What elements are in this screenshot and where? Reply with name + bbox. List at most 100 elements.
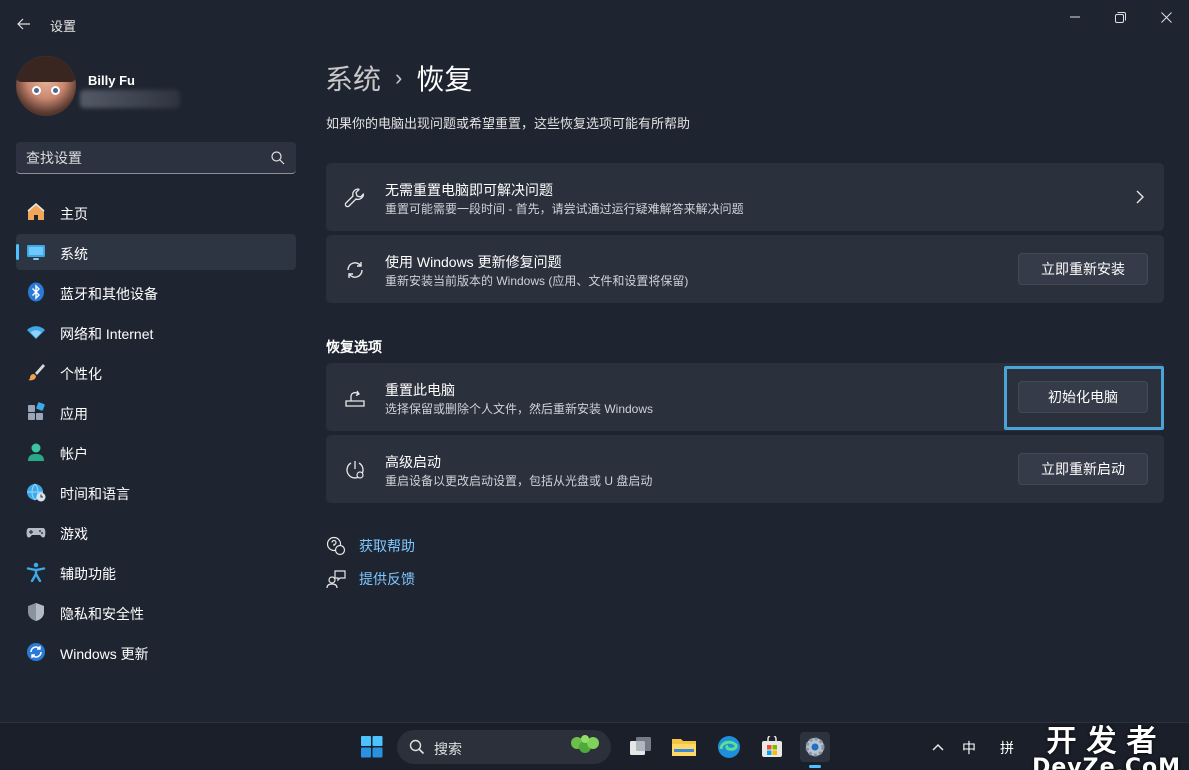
give-feedback-link[interactable]: 提供反馈: [326, 568, 415, 590]
restore-button[interactable]: [1105, 6, 1135, 28]
sidebar-item-accessibility[interactable]: 辅助功能: [16, 554, 296, 590]
store-button[interactable]: [757, 732, 787, 762]
sidebar-item-apps[interactable]: 应用: [16, 394, 296, 430]
search-input[interactable]: [26, 148, 256, 168]
watermark-en: DevZe.CoM: [1032, 755, 1181, 770]
give-feedback-label[interactable]: 提供反馈: [359, 569, 415, 589]
avatar[interactable]: [16, 56, 76, 116]
taskbar-search-label: 搜索: [434, 741, 462, 757]
sidebar-item-label: 系统: [60, 246, 88, 262]
brush-icon: [28, 364, 45, 381]
wrench-icon: [344, 188, 365, 208]
file-explorer-button[interactable]: [669, 732, 699, 762]
restart-now-button[interactable]: 立即重新启动: [1018, 453, 1148, 485]
task-view-button[interactable]: [626, 732, 656, 762]
sidebar-item-windows-update[interactable]: Windows 更新: [16, 634, 296, 670]
active-app-indicator: [809, 765, 821, 768]
wifi-icon: [27, 326, 45, 339]
windows-update-repair-card: 使用 Windows 更新修复问题 重新安装当前版本的 Windows (应用、…: [326, 235, 1164, 303]
breadcrumb: 系统 › 恢复: [325, 58, 472, 98]
sidebar-item-network[interactable]: 网络和 Internet: [16, 314, 296, 350]
reset-pc-button[interactable]: 初始化电脑: [1018, 381, 1148, 413]
edge-browser-button[interactable]: [714, 732, 744, 762]
sidebar-item-label: 时间和语言: [60, 486, 130, 502]
home-icon: [27, 203, 45, 220]
ime-pinyin-indicator[interactable]: 拼: [1000, 738, 1014, 758]
search-icon: [409, 739, 425, 755]
globe-clock-icon: [27, 483, 46, 502]
monitor-icon: [27, 245, 45, 260]
sidebar-item-label: 主页: [60, 206, 88, 222]
chevron-right-icon: [1136, 190, 1144, 204]
sidebar-item-accounts[interactable]: 帐户: [16, 434, 296, 470]
section-title: 恢复选项: [326, 339, 382, 355]
clover-decoration-icon: [571, 735, 599, 753]
gamepad-icon: [26, 528, 46, 538]
sidebar-item-home[interactable]: 主页: [16, 194, 296, 230]
search-icon[interactable]: [270, 150, 286, 166]
feedback-icon: [326, 570, 346, 589]
user-name: Billy Fu: [88, 73, 135, 88]
sidebar-item-label: 隐私和安全性: [60, 606, 144, 622]
reinstall-now-button[interactable]: 立即重新安装: [1018, 253, 1148, 285]
help-chat-icon: [326, 536, 346, 556]
get-help-link[interactable]: 获取帮助: [326, 535, 415, 557]
minimize-icon: [1070, 16, 1080, 18]
get-help-label[interactable]: 获取帮助: [359, 536, 415, 556]
card-title: 使用 Windows 更新修复问题: [385, 254, 562, 270]
close-icon: [1160, 11, 1172, 23]
back-button[interactable]: [12, 12, 36, 36]
accessibility-icon: [26, 562, 46, 582]
settings-taskbar-button[interactable]: [800, 732, 830, 768]
taskbar: 搜索 中 拼 开发者 DevZe.CoM: [0, 722, 1189, 770]
task-view-icon: [630, 737, 651, 755]
title-bar: 设置: [0, 0, 1189, 46]
page-title: 恢复: [416, 64, 473, 95]
sidebar-item-label: 蓝牙和其他设备: [60, 286, 158, 302]
shield-icon: [28, 603, 44, 621]
person-icon: [28, 443, 44, 461]
reset-pc-card: 重置此电脑 选择保留或删除个人文件，然后重新安装 Windows 初始化电脑: [326, 363, 1164, 431]
minimize-button[interactable]: [1060, 6, 1090, 28]
app-title: 设置: [50, 19, 77, 34]
troubleshoot-card[interactable]: 无需重置电脑即可解决问题 重置可能需要一段时间 - 首先，请尝试通过运行疑难解答…: [326, 163, 1164, 231]
start-button[interactable]: [357, 732, 387, 762]
page-description: 如果你的电脑出现问题或希望重置，这些恢复选项可能有所帮助: [326, 116, 691, 131]
card-subtitle: 重新安装当前版本的 Windows (应用、文件和设置将保留): [385, 274, 689, 288]
gear-icon: [805, 737, 825, 757]
apps-icon: [28, 402, 45, 420]
sidebar-item-bluetooth[interactable]: 蓝牙和其他设备: [16, 274, 296, 310]
sidebar-item-personalization[interactable]: 个性化: [16, 354, 296, 390]
chevron-up-icon: [932, 743, 944, 751]
advanced-startup-card: 高级启动 重启设备以更改启动设置，包括从光盘或 U 盘启动 立即重新启动: [326, 435, 1164, 503]
reset-pc-icon: [345, 390, 365, 407]
folder-icon: [672, 739, 696, 756]
bluetooth-icon: [28, 282, 44, 302]
sidebar-item-privacy[interactable]: 隐私和安全性: [16, 594, 296, 630]
card-subtitle: 重置可能需要一段时间 - 首先，请尝试通过运行疑难解答来解决问题: [385, 202, 744, 216]
sidebar-item-system[interactable]: 系统: [16, 234, 296, 270]
update-icon: [27, 643, 45, 661]
sync-icon: [347, 262, 363, 278]
close-button[interactable]: [1151, 6, 1181, 28]
breadcrumb-parent[interactable]: 系统: [325, 58, 381, 98]
taskbar-search[interactable]: 搜索: [397, 730, 611, 764]
card-subtitle: 选择保留或删除个人文件，然后重新安装 Windows: [385, 402, 654, 416]
card-subtitle: 重启设备以更改启动设置，包括从光盘或 U 盘启动: [385, 474, 653, 488]
sidebar: Billy Fu 主页: [0, 46, 310, 722]
settings-search[interactable]: [16, 142, 296, 174]
main-content: 系统 › 恢复 如果你的电脑出现问题或希望重置，这些恢复选项可能有所帮助 无需重…: [310, 46, 1189, 722]
sidebar-item-gaming[interactable]: 游戏: [16, 514, 296, 550]
sidebar-item-label: 游戏: [60, 526, 88, 542]
tray-overflow-button[interactable]: [925, 732, 951, 762]
ime-mode-indicator[interactable]: 中: [962, 738, 976, 758]
sidebar-item-label: 应用: [60, 406, 88, 422]
sidebar-item-label: 网络和 Internet: [60, 326, 154, 342]
restore-icon: [1114, 11, 1126, 23]
sidebar-item-label: 辅助功能: [60, 566, 116, 582]
watermark-cn: 开发者: [1046, 724, 1167, 759]
sidebar-item-time-language[interactable]: 时间和语言: [16, 474, 296, 510]
sidebar-item-label: Windows 更新: [60, 646, 149, 662]
windows-logo-icon: [361, 736, 383, 758]
store-icon: [762, 736, 782, 757]
